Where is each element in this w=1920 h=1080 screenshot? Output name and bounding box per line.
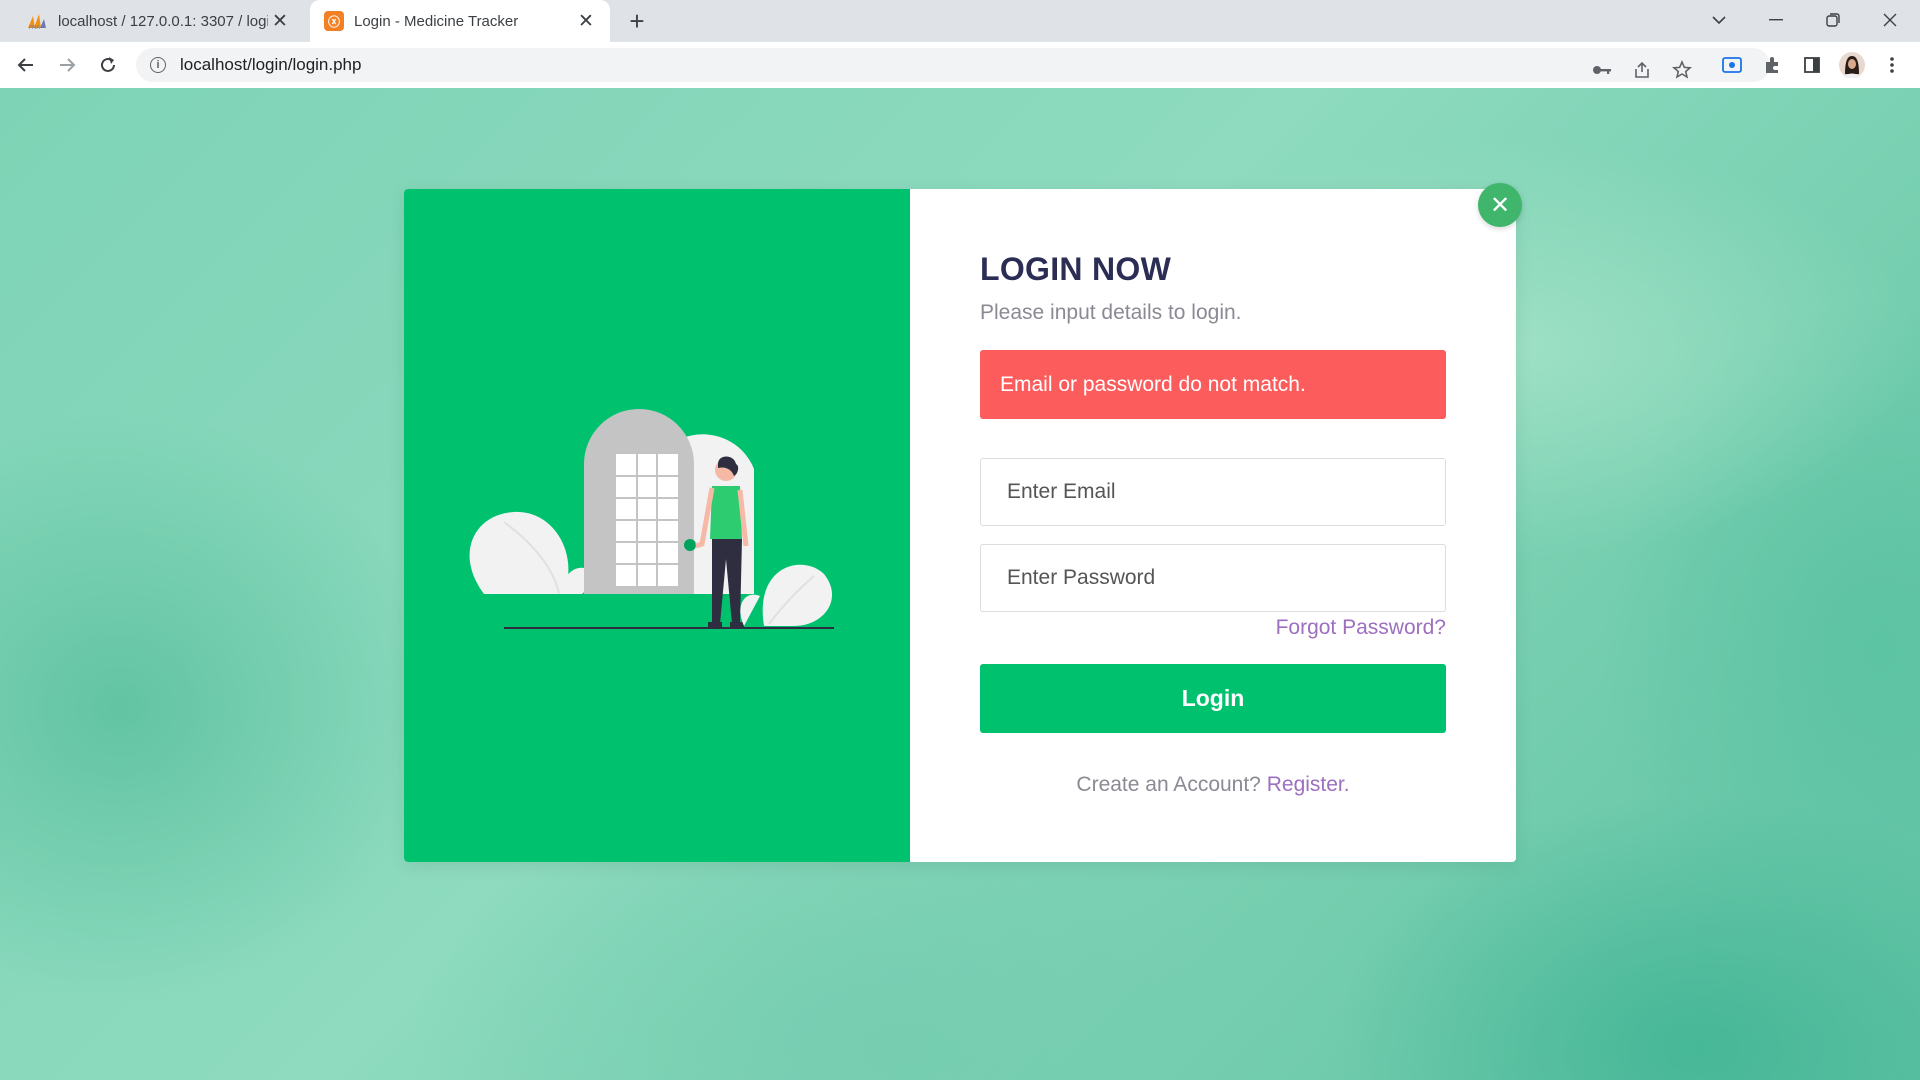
browser-toolbar: i localhost/login/login.php: [0, 42, 1920, 89]
register-prompt-text: Create an Account?: [1076, 773, 1261, 796]
register-prompt: Create an Account? Register.: [980, 773, 1446, 797]
tab-search-icon[interactable]: [1696, 0, 1742, 40]
forgot-password-link[interactable]: Forgot Password?: [1276, 616, 1446, 640]
login-form-panel: LOGIN NOW Please input details to login.…: [910, 189, 1516, 862]
tab-close-icon[interactable]: ✕: [268, 9, 292, 33]
tab-close-icon[interactable]: ✕: [574, 9, 598, 33]
register-link[interactable]: Register.: [1267, 773, 1350, 796]
xampp-icon: ⓧ: [324, 11, 344, 31]
site-info-icon[interactable]: i: [150, 57, 166, 73]
browser-chrome: PMA localhost / 127.0.0.1: 3307 / login …: [0, 0, 1920, 89]
address-bar[interactable]: i localhost/login/login.php: [136, 48, 1770, 82]
window-close-icon[interactable]: [1867, 0, 1913, 40]
side-panel-icon[interactable]: [1796, 49, 1828, 81]
modal-close-icon[interactable]: ✕: [1478, 183, 1522, 227]
password-field[interactable]: [980, 544, 1446, 612]
share-icon[interactable]: [1628, 56, 1656, 84]
minimize-icon[interactable]: [1753, 0, 1799, 40]
bookmark-star-icon[interactable]: [1668, 56, 1696, 84]
extensions-icon[interactable]: [1756, 49, 1788, 81]
url-text: localhost/login/login.php: [180, 55, 362, 74]
page-subtitle: Please input details to login.: [980, 301, 1242, 324]
tab-title: localhost / 127.0.0.1: 3307 / login: [58, 12, 268, 30]
tab-phpmyadmin[interactable]: PMA localhost / 127.0.0.1: 3307 / login …: [4, 0, 304, 42]
page-background: LOGIN NOW Please input details to login.…: [0, 88, 1920, 1080]
key-icon[interactable]: [1588, 56, 1616, 84]
svg-text:PMA: PMA: [29, 25, 40, 30]
menu-icon[interactable]: [1876, 49, 1908, 81]
forward-icon[interactable]: [51, 49, 83, 81]
new-tab-icon[interactable]: +: [622, 6, 652, 36]
login-modal: LOGIN NOW Please input details to login.…: [404, 183, 1522, 862]
illustration-panel: [404, 189, 910, 862]
error-alert: Email or password do not match.: [980, 350, 1446, 419]
login-button[interactable]: Login: [980, 664, 1446, 733]
reload-icon[interactable]: [92, 49, 124, 81]
restore-icon[interactable]: [1810, 0, 1856, 40]
screen-capture-icon[interactable]: [1716, 49, 1748, 81]
phpmyadmin-icon: PMA: [26, 12, 48, 31]
tab-strip: PMA localhost / 127.0.0.1: 3307 / login …: [0, 0, 1920, 42]
email-field[interactable]: [980, 458, 1446, 526]
page-title: LOGIN NOW: [980, 251, 1172, 287]
tab-medicine-tracker[interactable]: ⓧ Login - Medicine Tracker ✕: [310, 0, 610, 42]
tab-title: Login - Medicine Tracker: [354, 12, 519, 30]
back-icon[interactable]: [10, 49, 42, 81]
door-illustration: [469, 409, 834, 629]
profile-avatar[interactable]: [1836, 49, 1868, 81]
